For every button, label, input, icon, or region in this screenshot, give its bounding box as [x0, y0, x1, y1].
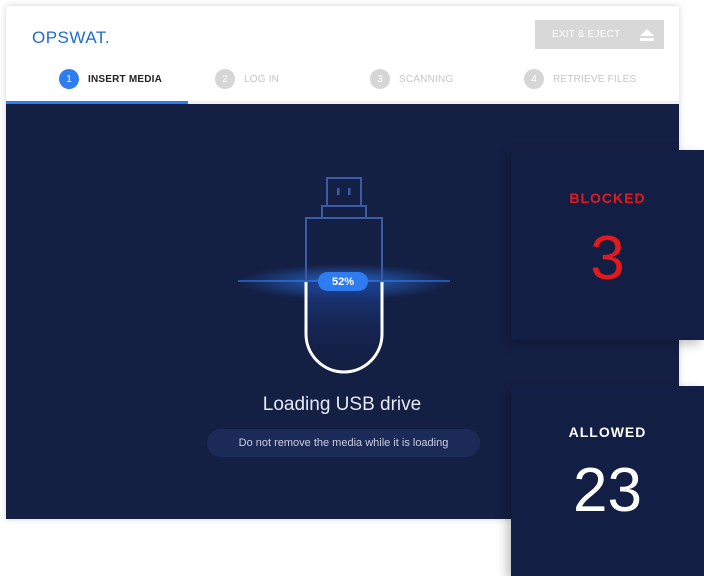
screen: OPSWAT. EXIT & EJECT 1 INSERT MEDIA 2 LO… [0, 0, 704, 576]
loading-warning-note: Do not remove the media while it is load… [207, 429, 480, 457]
eject-icon [640, 28, 655, 41]
step-number: 3 [370, 69, 390, 89]
step-label: SCANNING [399, 73, 454, 85]
exit-eject-button[interactable]: EXIT & EJECT [535, 20, 664, 49]
blocked-label: BLOCKED [569, 190, 646, 206]
step-number: 2 [215, 69, 235, 89]
allowed-stat-card: ALLOWED 23 [511, 386, 704, 576]
step-number: 4 [524, 69, 544, 89]
blocked-count: 3 [590, 224, 625, 293]
step-label: LOG IN [244, 73, 280, 85]
step-insert-media: 1 INSERT MEDIA [59, 67, 162, 91]
step-number: 1 [59, 69, 79, 89]
kiosk-header: OPSWAT. EXIT & EJECT 1 INSERT MEDIA 2 LO… [6, 6, 679, 104]
step-label: RETRIEVE FILES [553, 73, 637, 85]
opswat-logo: OPSWAT. [32, 28, 111, 47]
allowed-label: ALLOWED [568, 424, 647, 440]
step-scanning: 3 SCANNING [370, 67, 453, 91]
step-indicator: 1 INSERT MEDIA 2 LOG IN 3 SCANNING 4 RET… [6, 67, 679, 91]
loading-title: Loading USB drive [262, 394, 422, 415]
step-log-in: 2 LOG IN [215, 67, 279, 91]
blocked-stat-card: BLOCKED 3 [511, 150, 704, 340]
exit-eject-label: EXIT & EJECT [552, 29, 621, 40]
usb-fill-level [306, 282, 382, 372]
loading-percent-badge: 52% [318, 272, 368, 291]
allowed-count: 23 [573, 456, 642, 525]
step-retrieve-files: 4 RETRIEVE FILES [524, 67, 636, 91]
step-label: INSERT MEDIA [88, 73, 163, 85]
